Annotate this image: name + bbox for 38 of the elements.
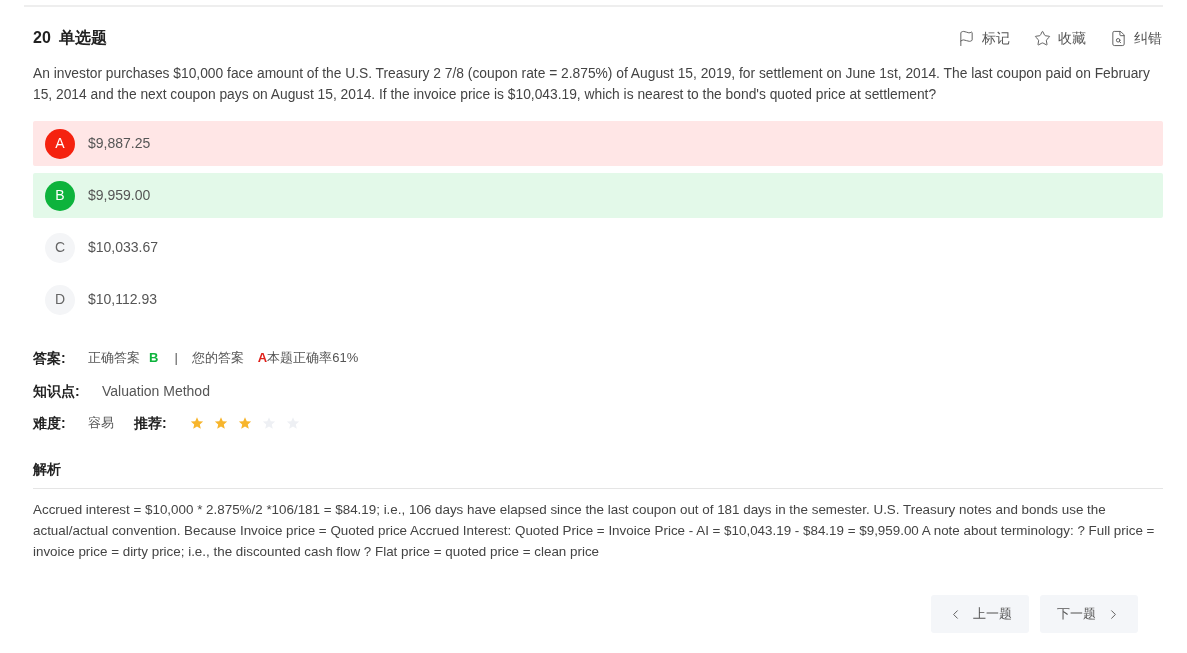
option-letter: C — [45, 232, 75, 263]
flag-button[interactable]: 标记 — [958, 27, 1010, 49]
option-text: $10,112.93 — [88, 290, 158, 309]
analysis-text: Accrued interest = $10,000 * 2.875%/2 *106/181 = $84.19; i.e., 106 days have elapsed since the last coupon out of 181 days in the semester. U.S. Treasury notes and bonds use the actual/actual convention. Because Invoice price = Quoted price Accrued Interest: Quoted Price = Invoice Price - AI = $10,043.19 - $84.19 = $9,959.00 A note about terminology: ? Full price = invoice price = dirty price; i.e., the discounted cash flow ? Flat price = quoted price = clean price — [33, 501, 1156, 561]
correct-answer-label: 正确答案 — [88, 349, 140, 368]
recommend-label: 推荐: — [134, 413, 168, 433]
option-text: $9,959.00 — [88, 186, 151, 205]
star-icon — [238, 416, 252, 430]
report-button[interactable]: 纠错 — [1110, 27, 1162, 49]
option-text: $9,887.25 — [88, 134, 151, 153]
star-icon — [190, 416, 204, 430]
correct-answer: B — [149, 349, 159, 368]
difficulty-value: 容易 — [88, 414, 114, 433]
knowledge-label: 知识点: — [33, 381, 81, 401]
previous-button[interactable]: 上一题 — [931, 595, 1029, 633]
question-text: An investor purchases $10,000 face amount of the U.S. Treasury 2 7/8 (coupon rate = 2.875%) of August 15, 2019, for settlement on June 1st, 2014. The last coupon paid on February 15, 2014 and the next coupon pays on August 15, 2014. If the invoice price is $10,043.19, which is nearest to the bond's quoted price at settlement? — [33, 65, 1151, 104]
analysis-title: 解析 — [33, 460, 61, 479]
question-number: 20 — [33, 28, 51, 48]
flag-icon — [958, 29, 975, 47]
option-letter: B — [45, 180, 75, 211]
difficulty-label: 难度: — [33, 413, 67, 433]
knowledge-value: Valuation Method — [102, 381, 210, 401]
answer-option[interactable]: A $9,887.25 — [33, 121, 1163, 166]
star-icon — [214, 416, 228, 430]
document-icon — [1110, 29, 1127, 47]
separator: | — [174, 349, 178, 368]
option-text: $10,033.67 — [88, 238, 159, 257]
your-answer-label: 您的答案 — [191, 349, 244, 368]
answer-label: 答案: — [33, 348, 67, 368]
your-answer: A — [257, 349, 268, 368]
star-icon — [1034, 29, 1051, 47]
question-type: 单选题 — [58, 28, 107, 48]
star-button[interactable]: 收藏 — [1034, 27, 1086, 49]
option-letter: D — [45, 284, 75, 315]
next-button[interactable]: 下一题 — [1040, 595, 1138, 633]
answer-option[interactable]: B $9,959.00 — [33, 173, 1163, 218]
accuracy-rate: 本题正确率61% — [267, 349, 359, 368]
option-letter: A — [45, 128, 75, 159]
